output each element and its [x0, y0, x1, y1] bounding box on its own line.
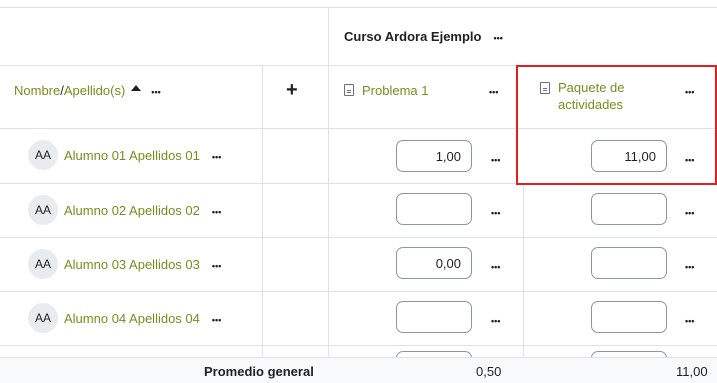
grade-cell-actions-menu[interactable]: [685, 152, 694, 165]
overall-average-value: 11,00: [676, 364, 708, 379]
grade-input[interactable]: [396, 193, 472, 225]
grade-input[interactable]: 11,00: [591, 140, 667, 172]
user-column-actions-menu[interactable]: [151, 84, 160, 97]
grade-item-label-line1: Paquete de: [558, 80, 625, 95]
student-name-link[interactable]: Alumno 01 Apellidos 01: [64, 148, 200, 163]
grade-cell-actions-menu[interactable]: [685, 205, 694, 218]
grade-input[interactable]: [591, 301, 667, 333]
student-actions-menu[interactable]: [212, 204, 221, 217]
avatar[interactable]: AA: [28, 140, 58, 170]
column-divider: [328, 7, 329, 383]
name-sort-header: Nombre / Apellido(s): [14, 80, 161, 100]
row-divider: [0, 237, 717, 238]
sort-ascending-icon: [131, 85, 142, 91]
column-divider: [523, 183, 524, 357]
sort-by-surname-link[interactable]: Apellido(s): [64, 83, 125, 98]
course-actions-menu[interactable]: [493, 30, 502, 43]
avatar[interactable]: AA: [28, 303, 58, 333]
grade-item-actions-menu[interactable]: [685, 84, 694, 97]
plus-icon: +: [286, 78, 298, 101]
student-name-link[interactable]: Alumno 02 Apellidos 02: [64, 203, 200, 218]
grade-input[interactable]: [396, 301, 472, 333]
grade-item-label-line2: actividades: [558, 97, 624, 112]
grade-cell-actions-menu[interactable]: [685, 259, 694, 272]
overall-average-label: Promedio general: [204, 364, 314, 379]
grade-cell-actions-menu[interactable]: [491, 205, 500, 218]
grade-item-link[interactable]: Problema 1: [362, 83, 428, 98]
avatar[interactable]: AA: [28, 195, 58, 225]
table-row: AA Alumno 03 Apellidos 03: [28, 249, 221, 279]
student-actions-menu[interactable]: [212, 149, 221, 162]
grade-item-header-paquete: Paquete de actividades: [540, 79, 710, 119]
grade-cell-actions-menu[interactable]: [491, 259, 500, 272]
table-row: AA Alumno 04 Apellidos 04: [28, 303, 221, 333]
student-name-link[interactable]: Alumno 03 Apellidos 03: [64, 257, 200, 272]
avatar[interactable]: AA: [28, 249, 58, 279]
sort-by-name-link[interactable]: Nombre: [14, 83, 60, 98]
table-top-border: [0, 7, 717, 8]
table-row: AA Alumno 02 Apellidos 02: [28, 195, 221, 225]
grade-input[interactable]: 1,00: [396, 140, 472, 172]
add-button[interactable]: +: [286, 78, 298, 102]
grade-input[interactable]: [591, 247, 667, 279]
grade-cell-actions-menu[interactable]: [491, 313, 500, 326]
row-divider: [0, 128, 717, 129]
row-divider: [0, 65, 717, 66]
grade-input[interactable]: [591, 193, 667, 225]
grade-input[interactable]: 0,00: [396, 247, 472, 279]
row-divider: [0, 345, 717, 346]
student-name-link[interactable]: Alumno 04 Apellidos 04: [64, 311, 200, 326]
student-actions-menu[interactable]: [212, 258, 221, 271]
grade-item-header-problema-1: Problema 1: [344, 80, 514, 100]
column-divider: [262, 65, 263, 357]
document-icon: [344, 84, 354, 96]
row-divider: [0, 291, 717, 292]
table-row: AA Alumno 01 Apellidos 01: [28, 140, 221, 170]
overall-average-value: 0,50: [476, 364, 502, 379]
grade-cell-actions-menu[interactable]: [491, 152, 500, 165]
student-actions-menu[interactable]: [212, 312, 221, 325]
overall-average-row: Promedio general 0,50 11,00: [0, 357, 717, 383]
grade-item-link[interactable]: Paquete de actividades: [558, 79, 625, 113]
course-title: Curso Ardora Ejemplo: [344, 28, 482, 44]
grade-item-actions-menu[interactable]: [489, 84, 498, 97]
gradebook-grid: Curso Ardora Ejemplo Nombre / Apellido(s…: [0, 0, 717, 383]
row-divider: [0, 183, 717, 184]
grade-cell-actions-menu[interactable]: [685, 313, 694, 326]
course-header: Curso Ardora Ejemplo: [344, 26, 503, 46]
document-icon: [540, 82, 550, 94]
